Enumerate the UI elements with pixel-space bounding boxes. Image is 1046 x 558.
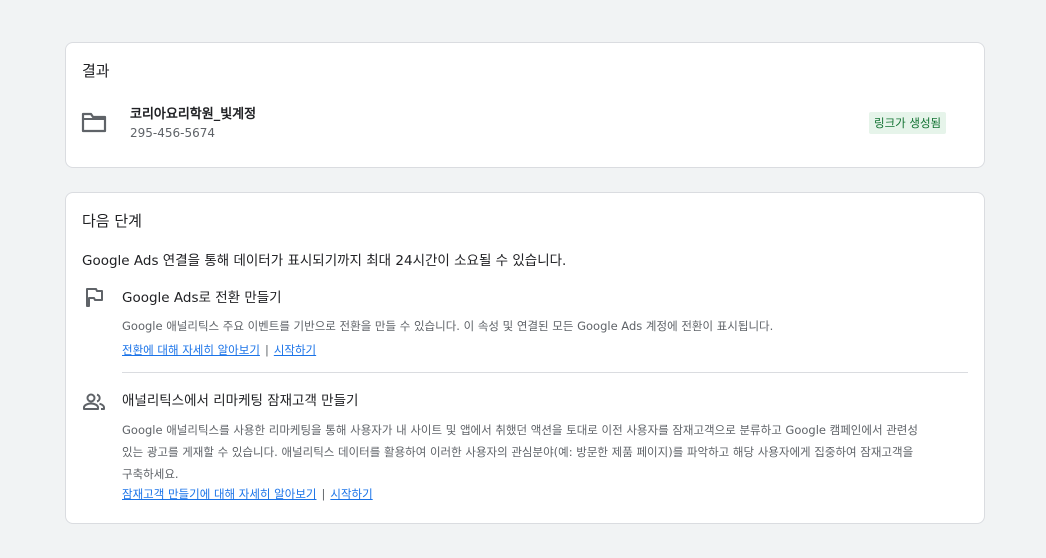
people-icon xyxy=(83,393,105,410)
step-remarketing-links: 잠재고객 만들기에 대해 자세히 알아보기 | 시작하기 xyxy=(122,486,373,502)
flag-icon xyxy=(86,288,103,307)
remarketing-learn-more-link[interactable]: 잠재고객 만들기에 대해 자세히 알아보기 xyxy=(122,487,316,501)
link-separator: | xyxy=(321,487,326,501)
next-steps-card: 다음 단계 Google Ads 연결을 통해 데이터가 표시되기까지 최대 2… xyxy=(65,192,985,524)
step-remarketing-description: Google 애널리틱스를 사용한 리마케팅을 통해 사용자가 내 사이트 및 … xyxy=(122,423,918,481)
remarketing-get-started-link[interactable]: 시작하기 xyxy=(330,487,372,501)
link-separator: | xyxy=(264,343,269,357)
step-remarketing-title: 애널리틱스에서 리마케팅 잠재고객 만들기 xyxy=(122,393,359,409)
account-name: 코리아요리학원_빛계정 xyxy=(130,107,257,122)
folder-icon xyxy=(81,112,107,133)
next-steps-intro: Google Ads 연결을 통해 데이터가 표시되기까지 최대 24시간이 소… xyxy=(82,253,567,269)
step-conversions-title: Google Ads로 전환 만들기 xyxy=(122,290,282,306)
account-id: 295-456-5674 xyxy=(130,126,216,140)
next-steps-title: 다음 단계 xyxy=(82,212,142,230)
conversions-learn-more-link[interactable]: 전환에 대해 자세히 알아보기 xyxy=(122,343,260,357)
result-card: 결과 코리아요리학원_빛계정 295-456-5674 링크가 생성됨 xyxy=(65,42,985,168)
step-conversions-links: 전환에 대해 자세히 알아보기 | 시작하기 xyxy=(122,342,316,358)
result-title: 결과 xyxy=(82,62,110,80)
step-divider xyxy=(122,372,968,373)
status-badge: 링크가 생성됨 xyxy=(869,112,947,134)
conversions-get-started-link[interactable]: 시작하기 xyxy=(274,343,316,357)
step-conversions-description: Google 애널리틱스 주요 이벤트를 기반으로 전환을 만들 수 있습니다.… xyxy=(122,319,774,333)
